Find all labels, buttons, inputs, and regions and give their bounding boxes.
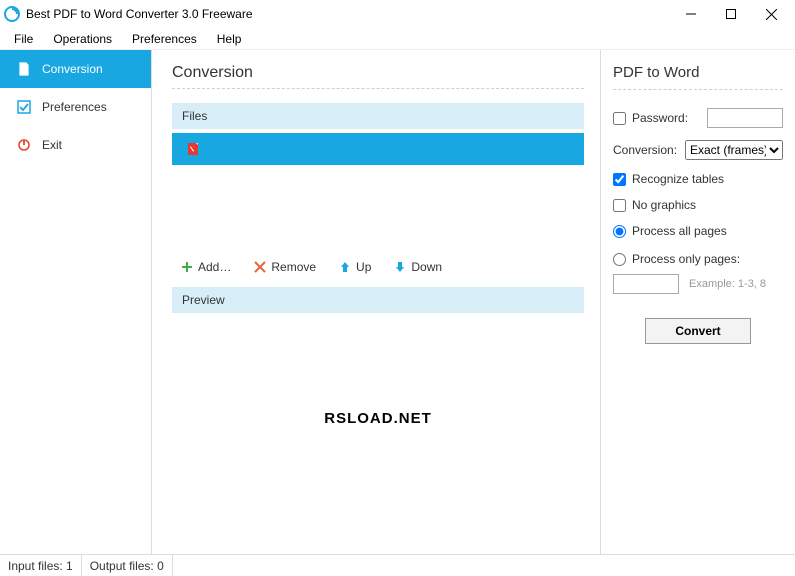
no-graphics-checkbox[interactable] (613, 199, 626, 212)
statusbar: Input files: 1 Output files: 0 (0, 554, 795, 576)
sidebar-item-label: Preferences (42, 100, 107, 114)
sidebar: Conversion Preferences Exit (0, 50, 152, 554)
process-all-label: Process all pages (632, 224, 727, 238)
process-only-radio[interactable] (613, 253, 626, 266)
status-input-files: Input files: 1 (0, 555, 82, 576)
password-checkbox[interactable] (613, 112, 626, 125)
maximize-button[interactable] (711, 0, 751, 28)
window-title: Best PDF to Word Converter 3.0 Freeware (26, 7, 253, 21)
menu-help[interactable]: Help (207, 30, 252, 48)
arrow-down-icon (393, 260, 407, 274)
sidebar-item-conversion[interactable]: Conversion (0, 50, 151, 88)
file-toolbar: Add… Remove Up Down (172, 257, 584, 277)
password-input[interactable] (707, 108, 783, 128)
no-graphics-row: No graphics (613, 198, 783, 212)
close-button[interactable] (751, 0, 791, 28)
preview-section-header: Preview (172, 287, 584, 313)
button-label: Add… (198, 260, 231, 274)
pages-example: Example: 1-3, 8 (689, 278, 766, 290)
document-icon (16, 61, 32, 77)
app-logo-icon (4, 6, 20, 22)
preview-viewport[interactable]: RSLOAD.NET (172, 317, 584, 489)
settings-title: PDF to Word (613, 64, 783, 81)
sidebar-item-label: Conversion (42, 62, 103, 76)
menubar: File Operations Preferences Help (0, 28, 795, 50)
button-label: Down (411, 260, 442, 274)
pages-row: Example: 1-3, 8 (613, 274, 783, 294)
password-row: Password: (613, 108, 783, 128)
button-label: Remove (271, 260, 316, 274)
preview-watermark: RSLOAD.NET (324, 410, 432, 427)
arrow-up-icon (338, 260, 352, 274)
x-icon (253, 260, 267, 274)
sidebar-item-label: Exit (42, 138, 62, 152)
minimize-button[interactable] (671, 0, 711, 28)
menu-preferences[interactable]: Preferences (122, 30, 207, 48)
process-all-row: Process all pages (613, 224, 783, 238)
up-button[interactable]: Up (330, 257, 379, 277)
recognize-tables-checkbox[interactable] (613, 173, 626, 186)
menu-file[interactable]: File (4, 30, 43, 48)
conversion-row: Conversion: Exact (frames) (613, 140, 783, 160)
conversion-select[interactable]: Exact (frames) (685, 140, 783, 160)
file-row[interactable]: λ (172, 133, 584, 165)
power-icon (16, 137, 32, 153)
process-only-label: Process only pages: (632, 252, 740, 266)
process-all-radio[interactable] (613, 225, 626, 238)
file-list[interactable]: λ (172, 133, 584, 165)
plus-icon (180, 260, 194, 274)
password-label: Password: (632, 111, 688, 125)
process-only-row: Process only pages: (613, 252, 783, 266)
conversion-label: Conversion: (613, 143, 677, 157)
no-graphics-label: No graphics (632, 198, 696, 212)
down-button[interactable]: Down (385, 257, 450, 277)
recognize-tables-row: Recognize tables (613, 172, 783, 186)
titlebar: Best PDF to Word Converter 3.0 Freeware (0, 0, 795, 28)
sidebar-item-exit[interactable]: Exit (0, 126, 151, 164)
settings-panel: PDF to Word Password: Conversion: Exact … (600, 50, 795, 554)
sidebar-item-preferences[interactable]: Preferences (0, 88, 151, 126)
menu-operations[interactable]: Operations (43, 30, 122, 48)
recognize-tables-label: Recognize tables (632, 172, 724, 186)
main-panel: Conversion Files λ Add… Remove Up (152, 50, 600, 554)
add-button[interactable]: Add… (172, 257, 239, 277)
divider (172, 88, 584, 89)
checkbox-icon (16, 99, 32, 115)
window-controls (671, 0, 791, 28)
convert-button[interactable]: Convert (645, 318, 751, 344)
status-output-files: Output files: 0 (82, 555, 173, 576)
divider (613, 89, 783, 90)
pdf-icon: λ (186, 142, 200, 156)
preview-box: RSLOAD.NET (172, 317, 584, 489)
page-title: Conversion (172, 64, 584, 82)
files-section-header: Files (172, 103, 584, 129)
button-label: Up (356, 260, 371, 274)
remove-button[interactable]: Remove (245, 257, 324, 277)
pages-input[interactable] (613, 274, 679, 294)
